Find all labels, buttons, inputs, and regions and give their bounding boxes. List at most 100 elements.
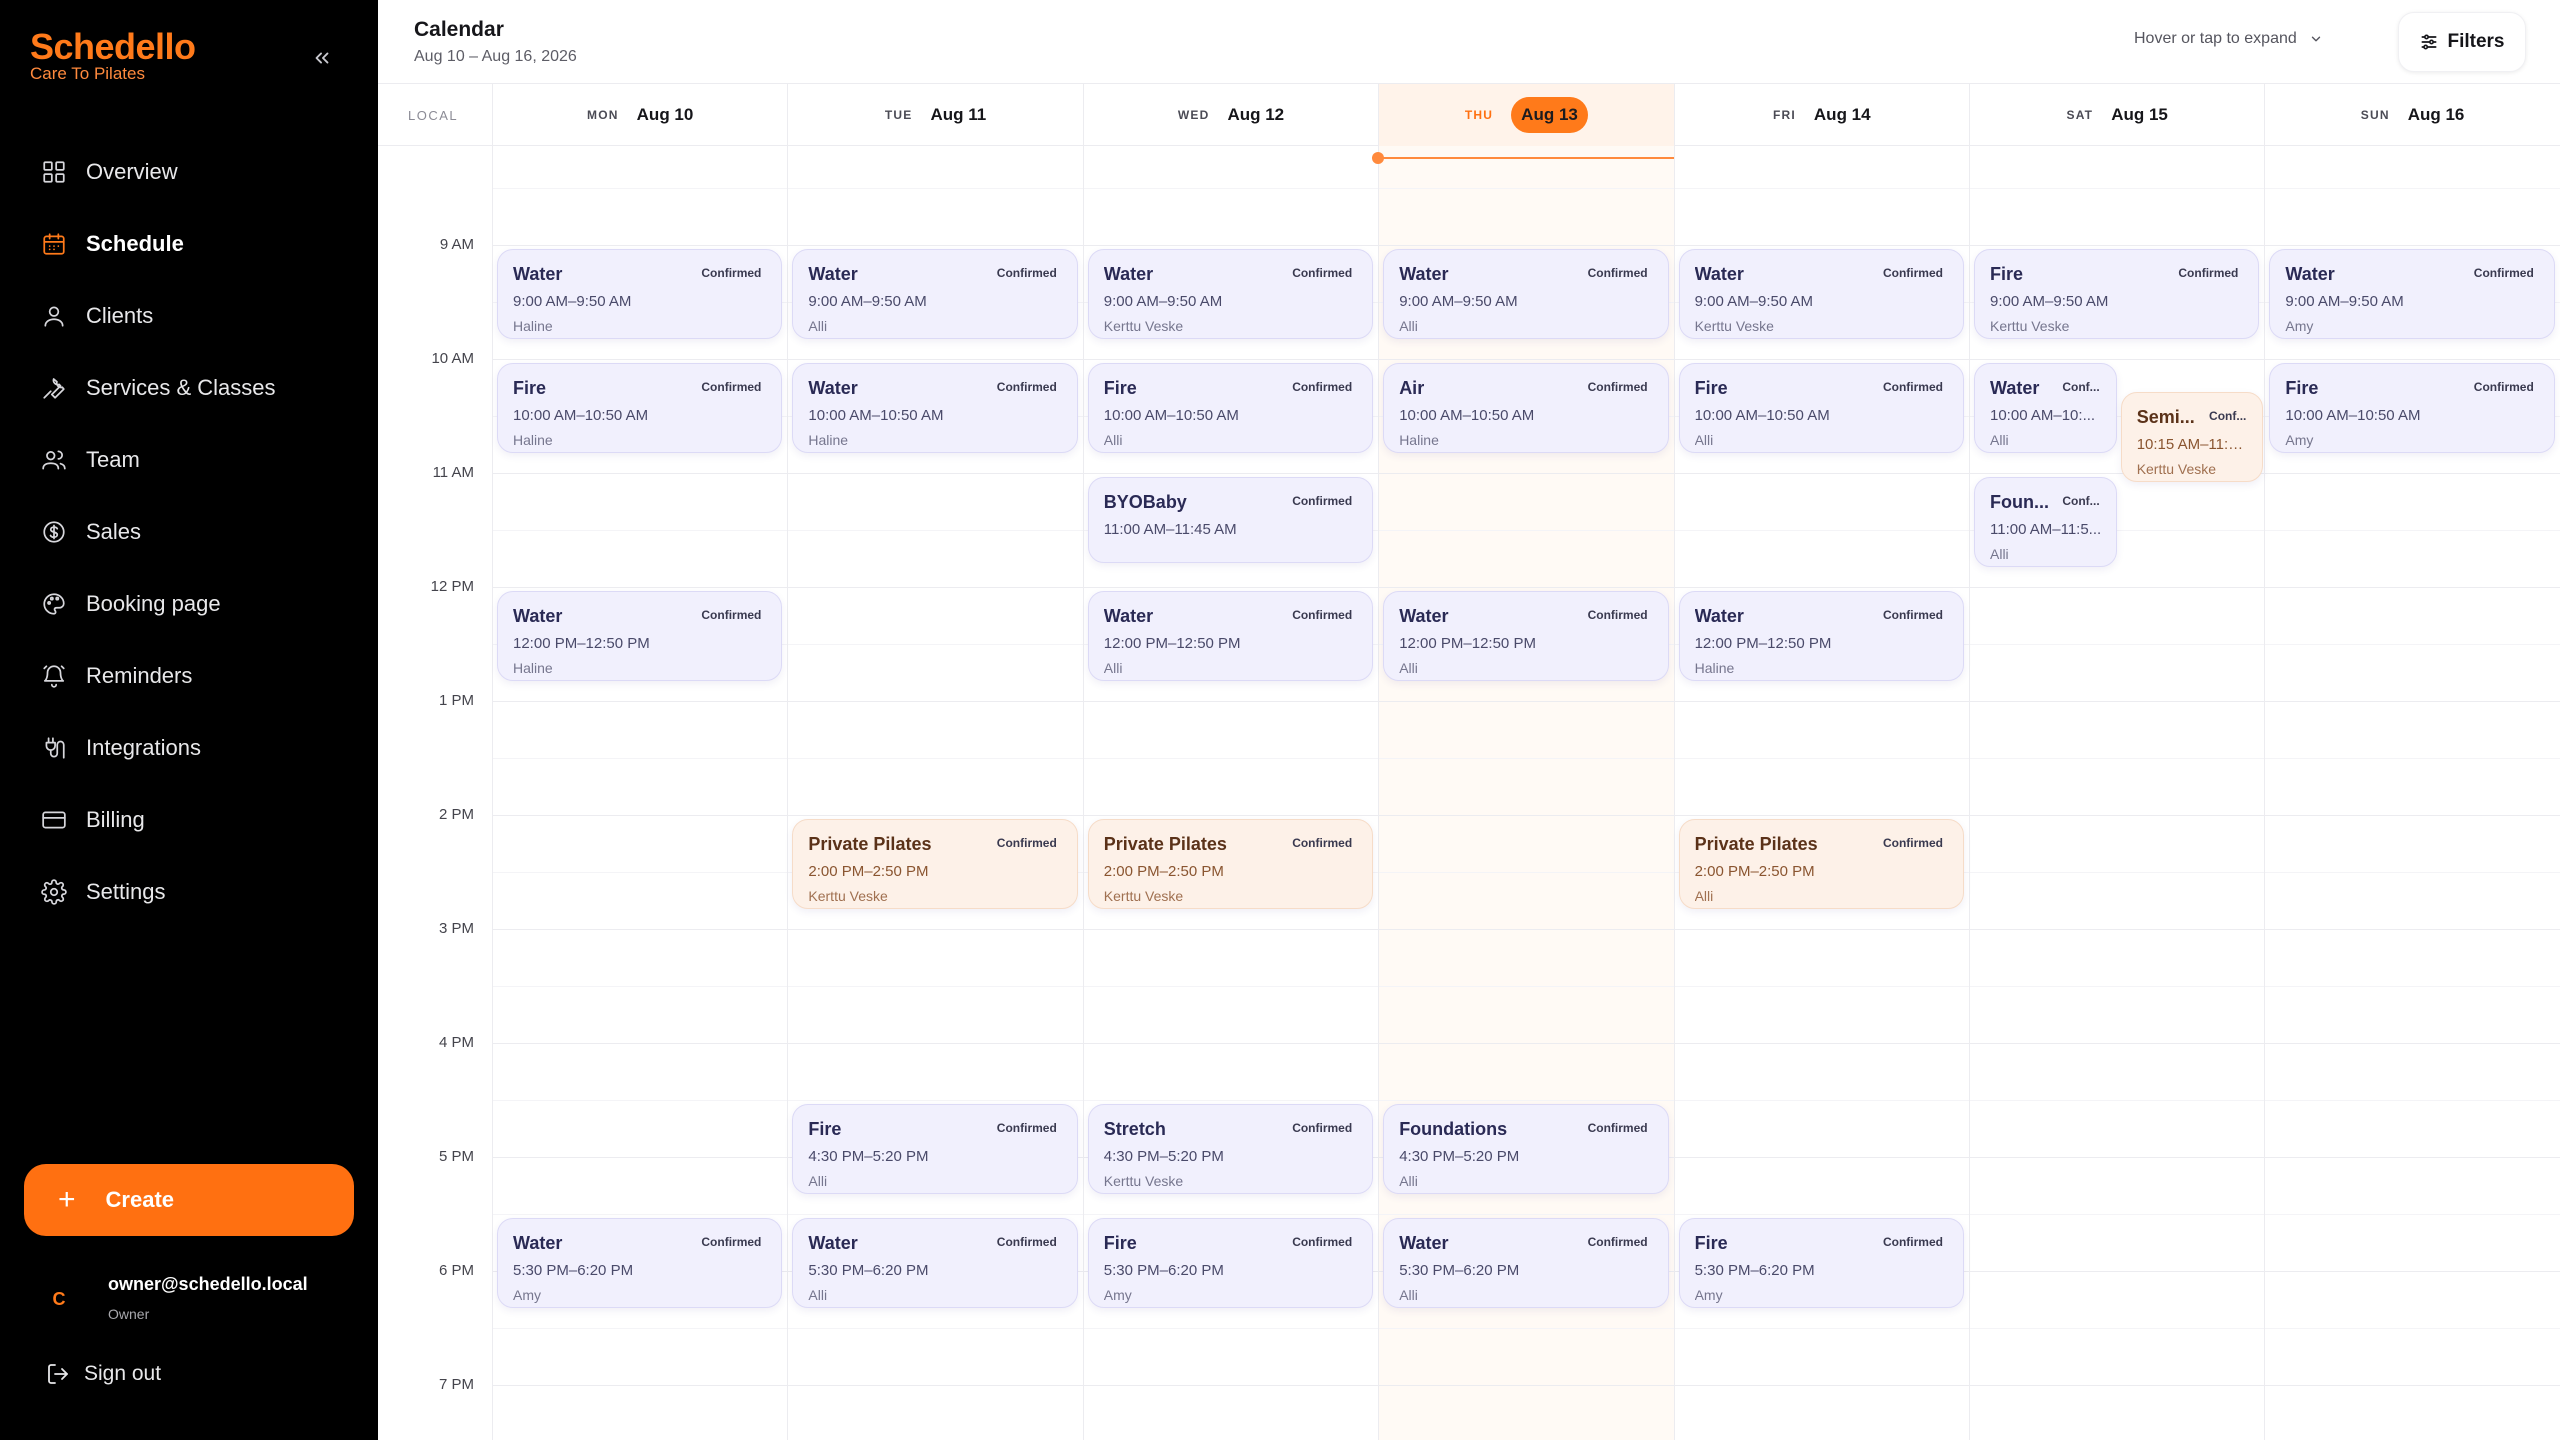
event-card[interactable]: Air Confirmed 10:00 AM–10:50 AM Haline (1383, 363, 1669, 453)
event-card[interactable]: Fire Confirmed 10:00 AM–10:50 AM Alli (1087, 363, 1374, 453)
event-card[interactable]: Private Pilates Confirmed 2:00 PM–2:50 PM K… (1087, 819, 1374, 909)
event-card[interactable]: Water Conf... 10:00 AM–10:... Alli (1974, 363, 2117, 453)
sidebar-item-overview[interactable]: Overview (24, 136, 354, 208)
sidebar-item-schedule[interactable]: Schedule (24, 208, 354, 280)
sidebar-item-booking-page[interactable]: Booking page (24, 568, 354, 640)
plus-icon: + (58, 1183, 76, 1216)
sidebar-item-team[interactable]: Team (24, 424, 354, 496)
event-card[interactable]: Foun... Conf... 11:00 AM–11:5... Alli (1974, 477, 2117, 567)
current-time-line (1378, 157, 1674, 159)
event-time: 9:00 AM–9:50 AM (513, 293, 632, 310)
event-card[interactable]: Water Confirmed 5:30 PM–6:20 PM Amy (497, 1218, 783, 1308)
event-card[interactable]: Water Confirmed 9:00 AM–9:50 AM Kerttu Vesk… (1087, 249, 1374, 339)
event-card[interactable]: Water Confirmed 9:00 AM–9:50 AM Alli (1383, 249, 1669, 339)
day-header-thu[interactable]: THU Aug 13 (1378, 84, 1674, 146)
create-button[interactable]: + Create (24, 1164, 354, 1236)
sidebar-nav: Overview Schedule Clients Services & Classe… (24, 136, 354, 928)
bell-icon (40, 662, 68, 690)
sidebar-item-label: Settings (86, 879, 166, 904)
event-status: Confirmed (1587, 380, 1648, 394)
hour-line (492, 929, 2560, 930)
event-card[interactable]: Water Confirmed 12:00 PM–12:50 PM Alli (1383, 591, 1669, 681)
filters-button[interactable]: Filters (2398, 12, 2526, 72)
event-status: Confirmed (1292, 836, 1353, 850)
event-instructor: Kerttu Veske (2136, 460, 2217, 477)
sidebar-item-label: Schedule (86, 231, 184, 256)
event-card[interactable]: Private Pilates Confirmed 2:00 PM–2:50 PM K… (792, 819, 1078, 909)
event-card[interactable]: Foundations Confirmed 4:30 PM–5:20 PM Alli (1383, 1104, 1669, 1194)
event-time: 10:00 AM–10:50 AM (513, 407, 649, 424)
day-header-row: LOCAL MON Aug 10 TUE Aug 11 WED Aug 12 THU Aug … (378, 84, 2560, 146)
card-icon (40, 806, 68, 834)
day-date: Aug 16 (2407, 105, 2465, 124)
event-instructor: Alli (1399, 1173, 1418, 1189)
day-header-mon[interactable]: MON Aug 10 (492, 84, 787, 146)
day-column-divider (1082, 146, 1084, 1440)
event-instructor: Alli (1103, 432, 1123, 448)
hour-line (492, 359, 2560, 360)
event-time: 12:00 PM–12:50 PM (1694, 635, 1832, 652)
calendar-grid[interactable]: 9 AM 10 AM 11 AM 12 PM 1 PM 2 PM 3 PM 4 PM 5 PM 6… (378, 146, 2560, 1440)
sidebar-item-label: Booking page (86, 591, 221, 616)
sign-out-button[interactable]: Sign out (46, 1362, 161, 1386)
chevron-down-icon (2311, 36, 2320, 42)
event-card[interactable]: BYOBaby Confirmed 11:00 AM–11:45 AM (1087, 477, 1374, 563)
event-status: Confirmed (2473, 380, 2534, 394)
event-card[interactable]: Fire Confirmed 9:00 AM–9:50 AM Kerttu Veske (1974, 249, 2260, 339)
half-hour-line (492, 758, 2560, 759)
day-header-wed[interactable]: WED Aug 12 (1082, 84, 1378, 146)
event-card[interactable]: Stretch Confirmed 4:30 PM–5:20 PM Kerttu Ve… (1087, 1104, 1374, 1194)
event-card[interactable]: Fire Confirmed 5:30 PM–6:20 PM Amy (1087, 1218, 1374, 1308)
event-card[interactable]: Fire Confirmed 10:00 AM–10:50 AM Alli (1678, 363, 1964, 453)
day-header-fri[interactable]: FRI Aug 14 (1673, 84, 1969, 146)
event-card[interactable]: Private Pilates Confirmed 2:00 PM–2:50 PM A… (1678, 819, 1964, 909)
sidebar-item-reminders[interactable]: Reminders (24, 640, 354, 712)
user-email: owner@schedello.local (108, 1274, 308, 1294)
event-card[interactable]: Semi... Conf... 10:15 AM–11:0... Kerttu Ves… (2120, 391, 2264, 482)
event-card[interactable]: Water Confirmed 9:00 AM–9:50 AM Haline (497, 249, 783, 339)
event-card[interactable]: Fire Confirmed 10:00 AM–10:50 AM Amy (2269, 363, 2555, 453)
day-header-tue[interactable]: TUE Aug 11 (787, 84, 1082, 146)
hour-label: 1 PM (438, 692, 474, 709)
event-card[interactable]: Water Confirmed 12:00 PM–12:50 PM Haline (1678, 591, 1964, 681)
sidebar-item-services-and-classes[interactable]: Services & Classes (24, 352, 354, 424)
day-of-week: FRI (1772, 108, 1796, 122)
day-of-week: TUE (884, 108, 913, 122)
event-card[interactable]: Water Confirmed 5:30 PM–6:20 PM Alli (792, 1218, 1078, 1308)
event-time: 2:00 PM–2:50 PM (1694, 863, 1815, 880)
hour-line (492, 701, 2560, 702)
event-card[interactable]: Water Confirmed 5:30 PM–6:20 PM Alli (1383, 1218, 1669, 1308)
event-instructor: Amy (513, 1287, 541, 1303)
day-header-sat[interactable]: SAT Aug 15 (1969, 84, 2264, 146)
event-time: 9:00 AM–9:50 AM (1399, 293, 1518, 310)
event-card[interactable]: Water Confirmed 10:00 AM–10:50 AM Haline (792, 363, 1078, 453)
double-chevron-left-icon (315, 52, 329, 64)
sidebar-item-billing[interactable]: Billing (24, 784, 354, 856)
event-card[interactable]: Water Confirmed 12:00 PM–12:50 PM Alli (1087, 591, 1374, 681)
sidebar-item-integrations[interactable]: Integrations (24, 712, 354, 784)
event-status: Confirmed (701, 380, 762, 394)
expand-hint-dropdown[interactable]: Hover or tap to expand (2134, 30, 2323, 48)
event-card[interactable]: Water Confirmed 9:00 AM–9:50 AM Alli (792, 249, 1078, 339)
hour-label: 12 PM (430, 578, 474, 595)
event-card[interactable]: Fire Confirmed 5:30 PM–6:20 PM Amy (1678, 1218, 1964, 1308)
event-card[interactable]: Water Confirmed 12:00 PM–12:50 PM Haline (497, 591, 783, 681)
event-status: Confirmed (1587, 1121, 1648, 1135)
collapse-sidebar-button[interactable] (304, 40, 340, 76)
event-card[interactable]: Water Confirmed 9:00 AM–9:50 AM Kerttu Vesk… (1678, 249, 1964, 339)
event-card[interactable]: Fire Confirmed 4:30 PM–5:20 PM Alli (792, 1104, 1078, 1194)
sidebar-item-settings[interactable]: Settings (24, 856, 354, 928)
brand-logo[interactable]: Schedello (30, 26, 196, 68)
day-header-sun[interactable]: SUN Aug 16 (2264, 84, 2559, 146)
event-instructor: Haline (808, 432, 849, 448)
sidebar-item-label: Services & Classes (86, 375, 276, 400)
sidebar-item-clients[interactable]: Clients (24, 280, 354, 352)
day-column-divider (1969, 146, 1970, 1440)
sidebar-item-sales[interactable]: Sales (24, 496, 354, 568)
event-time: 5:30 PM–6:20 PM (1103, 1262, 1224, 1279)
event-instructor: Alli (808, 1173, 828, 1189)
event-card[interactable]: Fire Confirmed 10:00 AM–10:50 AM Haline (497, 363, 783, 453)
event-card[interactable]: Water Confirmed 9:00 AM–9:50 AM Amy (2269, 249, 2555, 339)
user-profile[interactable]: C owner@schedello.local Owner (28, 1266, 358, 1326)
event-instructor: Alli (1399, 318, 1418, 334)
